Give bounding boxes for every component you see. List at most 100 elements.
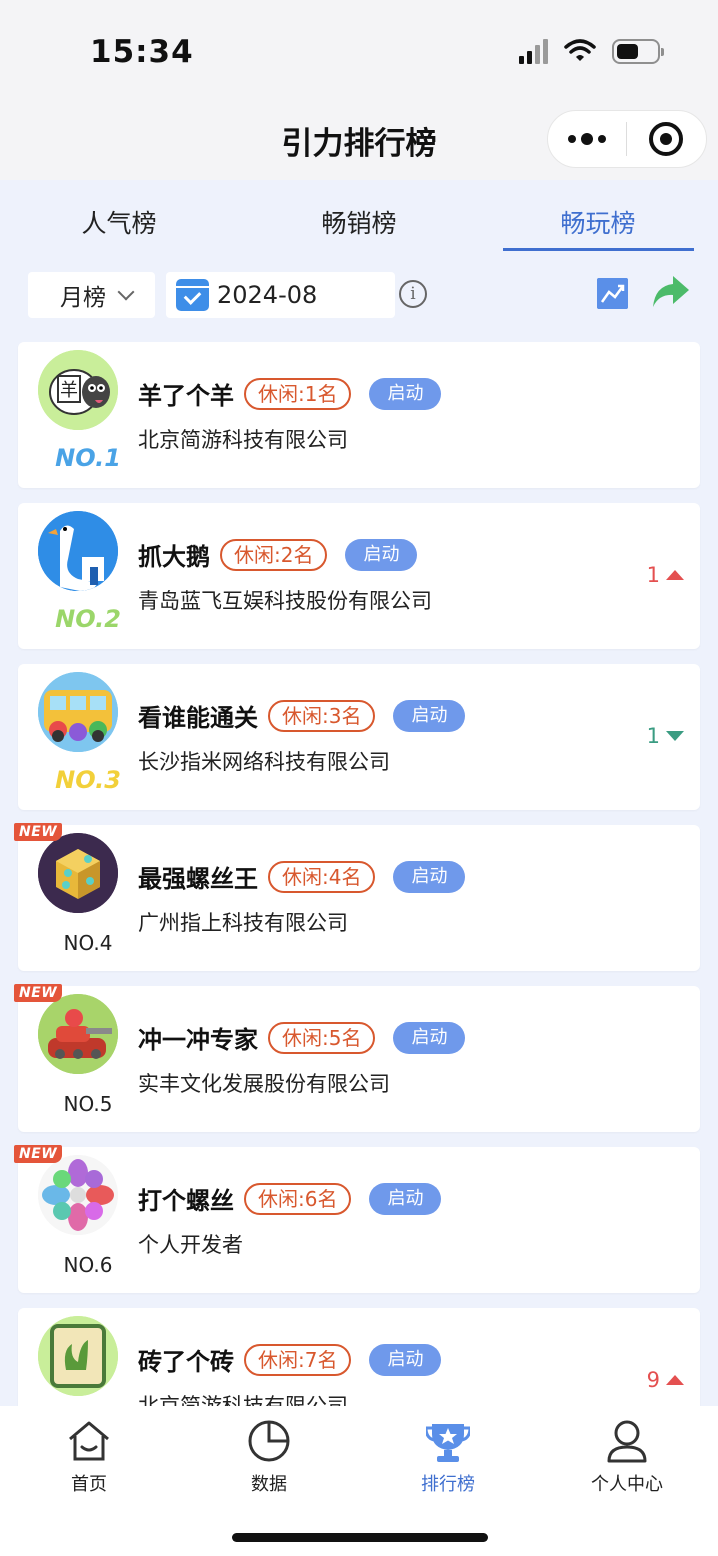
tabbar-item-ranking[interactable]: 排行榜 (378, 1416, 518, 1496)
launch-button[interactable]: 启动 (393, 699, 466, 732)
rank-change-value: 9 (646, 1368, 660, 1392)
active-tab-indicator (503, 248, 694, 251)
share-icon[interactable] (651, 274, 691, 310)
main-content: 人气榜 畅销榜 畅玩榜 月榜 2024-08 i 羊 NO.1 羊了个羊 休闲:… (0, 180, 718, 1406)
screw-cube-game-icon (38, 833, 118, 913)
rank-label: NO.2 (55, 605, 121, 633)
date-value: 2024-08 (217, 281, 318, 309)
launch-button[interactable]: 启动 (369, 1343, 442, 1376)
period-select-label: 月榜 (60, 285, 106, 311)
tabbar-item-profile[interactable]: 个人中心 (557, 1416, 697, 1496)
rank-change: 1 (647, 563, 684, 587)
list-item[interactable]: 羊 NO.1 羊了个羊 休闲:1名 启动 北京简游科技有限公司 (18, 342, 700, 488)
title-row: 打个螺丝 休闲:6名 启动 (138, 1181, 442, 1216)
company-name: 北京简游科技有限公司 (138, 1394, 348, 1406)
list-item[interactable]: NEW NO.4 最强螺丝王 休闲:4名 启动 广州指上科技有限公司 (14, 823, 700, 971)
trend-chart-icon[interactable] (597, 278, 628, 309)
category-rank-tag: 休闲:7名 (244, 1343, 352, 1376)
game-name: 看谁能通关 (138, 704, 258, 732)
category-rank-tag: 休闲:2名 (220, 538, 328, 571)
game-name: 最强螺丝王 (138, 865, 258, 893)
category-rank-tag: 休闲:4名 (268, 860, 376, 893)
calendar-icon (176, 279, 209, 311)
company-name: 青岛蓝飞互娱科技股份有限公司 (138, 589, 432, 613)
title-row: 砖了个砖 休闲:7名 启动 (138, 1342, 442, 1377)
arrow-down-icon (666, 731, 684, 741)
screw-flower-game-icon (38, 1155, 118, 1235)
period-select[interactable]: 月榜 (28, 272, 155, 318)
list-item[interactable]: NO.2 抓大鹅 休闲:2名 启动 青岛蓝飞互娱科技股份有限公司 1 (18, 503, 700, 649)
status-time: 15:34 (90, 34, 194, 70)
list-item[interactable]: 砖了个砖 休闲:7名 启动 北京简游科技有限公司 9 (18, 1308, 700, 1406)
rank-label: NO.1 (55, 444, 121, 472)
tabbar-item-data[interactable]: 数据 (199, 1416, 339, 1496)
title-row: 看谁能通关 休闲:3名 启动 (138, 698, 466, 733)
company-name: 长沙指米网络科技有限公司 (138, 750, 390, 774)
rank-change: 1 (647, 724, 684, 748)
tabbar-item-home[interactable]: 首页 (19, 1416, 159, 1496)
rank-label: NO.6 (63, 1253, 113, 1277)
list-item[interactable]: NEW NO.5 冲一冲专家 休闲:5名 启动 实丰文化发展股份有限公司 (14, 984, 700, 1132)
nav-bar: 引力排行榜 (0, 100, 718, 180)
rank-change-value: 1 (646, 724, 660, 748)
list-item[interactable]: NEW NO.6 打个螺丝 休闲:6名 启动 个人开发者 (14, 1145, 700, 1293)
new-badge: NEW (14, 1145, 63, 1163)
launch-button[interactable]: 启动 (369, 1182, 442, 1215)
list-item[interactable]: NO.3 看谁能通关 休闲:3名 启动 长沙指米网络科技有限公司 1 (18, 664, 700, 810)
tab-most-played[interactable]: 畅玩榜 (503, 204, 693, 240)
date-picker[interactable]: 2024-08 (166, 272, 395, 318)
title-row: 羊了个羊 休闲:1名 启动 (138, 376, 442, 411)
wifi-icon (564, 39, 596, 61)
title-row: 最强螺丝王 休闲:4名 启动 (138, 859, 466, 894)
close-mini-program-icon[interactable] (627, 122, 707, 156)
company-name: 个人开发者 (138, 1233, 243, 1257)
game-name: 冲一冲专家 (138, 1026, 258, 1054)
game-name: 砖了个砖 (138, 1348, 234, 1376)
home-indicator (232, 1533, 488, 1542)
battery-icon (612, 38, 664, 64)
trophy-icon (426, 1424, 470, 1462)
svg-text:羊: 羊 (60, 380, 78, 401)
rank-change: 9 (647, 1368, 684, 1392)
company-name: 实丰文化发展股份有限公司 (138, 1072, 390, 1096)
more-icon[interactable] (548, 133, 626, 145)
arrow-up-icon (666, 570, 684, 580)
launch-button[interactable]: 启动 (393, 1021, 466, 1054)
tab-bestseller[interactable]: 畅销榜 (264, 204, 454, 240)
tank-game-icon (38, 994, 118, 1074)
tabbar-label: 首页 (71, 1474, 107, 1495)
game-name: 打个螺丝 (138, 1187, 234, 1215)
title-row: 抓大鹅 休闲:2名 启动 (138, 537, 418, 572)
user-icon (607, 1420, 647, 1463)
launch-button[interactable]: 启动 (369, 377, 442, 410)
category-rank-tag: 休闲:6名 (244, 1182, 352, 1215)
rank-label: NO.5 (63, 1092, 113, 1116)
brick-game-icon (38, 1316, 118, 1396)
game-name: 抓大鹅 (138, 543, 210, 571)
home-icon (69, 1421, 109, 1461)
goose-game-icon (38, 511, 118, 591)
category-rank-tag: 休闲:3名 (268, 699, 376, 732)
category-rank-tag: 休闲:5名 (268, 1021, 376, 1054)
company-name: 北京简游科技有限公司 (138, 428, 348, 452)
rank-label: NO.3 (55, 766, 121, 794)
sheep-game-icon: 羊 (38, 350, 118, 430)
launch-button[interactable]: 启动 (345, 538, 418, 571)
cellular-signal-icon (519, 38, 548, 64)
status-bar: 15:34 (0, 0, 718, 100)
title-row: 冲一冲专家 休闲:5名 启动 (138, 1020, 466, 1055)
new-badge: NEW (14, 823, 63, 841)
tab-popularity[interactable]: 人气榜 (24, 204, 214, 240)
arrow-up-icon (666, 1375, 684, 1385)
game-name: 羊了个羊 (138, 382, 234, 410)
category-rank-tag: 休闲:1名 (244, 377, 352, 410)
launch-button[interactable]: 启动 (393, 860, 466, 893)
status-icons (519, 38, 664, 64)
ranking-tabs: 人气榜 畅销榜 畅玩榜 (0, 180, 718, 256)
info-icon[interactable]: i (399, 280, 427, 308)
rank-label: NO.4 (63, 931, 113, 955)
chevron-down-icon (117, 283, 135, 301)
company-name: 广州指上科技有限公司 (138, 911, 348, 935)
tabbar-label: 排行榜 (421, 1474, 475, 1495)
tabbar-label: 个人中心 (591, 1474, 663, 1495)
